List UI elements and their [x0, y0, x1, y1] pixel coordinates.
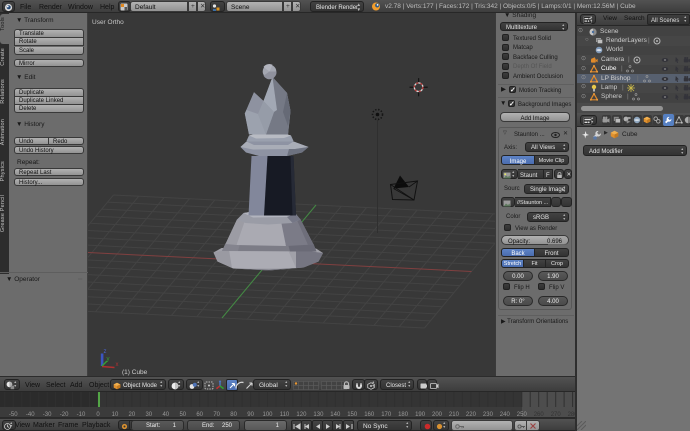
svg-text:x: x	[116, 362, 119, 368]
svg-text:(1) Cube: (1) Cube	[122, 369, 148, 376]
svg-text:y: y	[107, 357, 110, 363]
svg-text:User Ortho: User Ortho	[92, 19, 124, 26]
svg-text:z: z	[104, 349, 107, 355]
